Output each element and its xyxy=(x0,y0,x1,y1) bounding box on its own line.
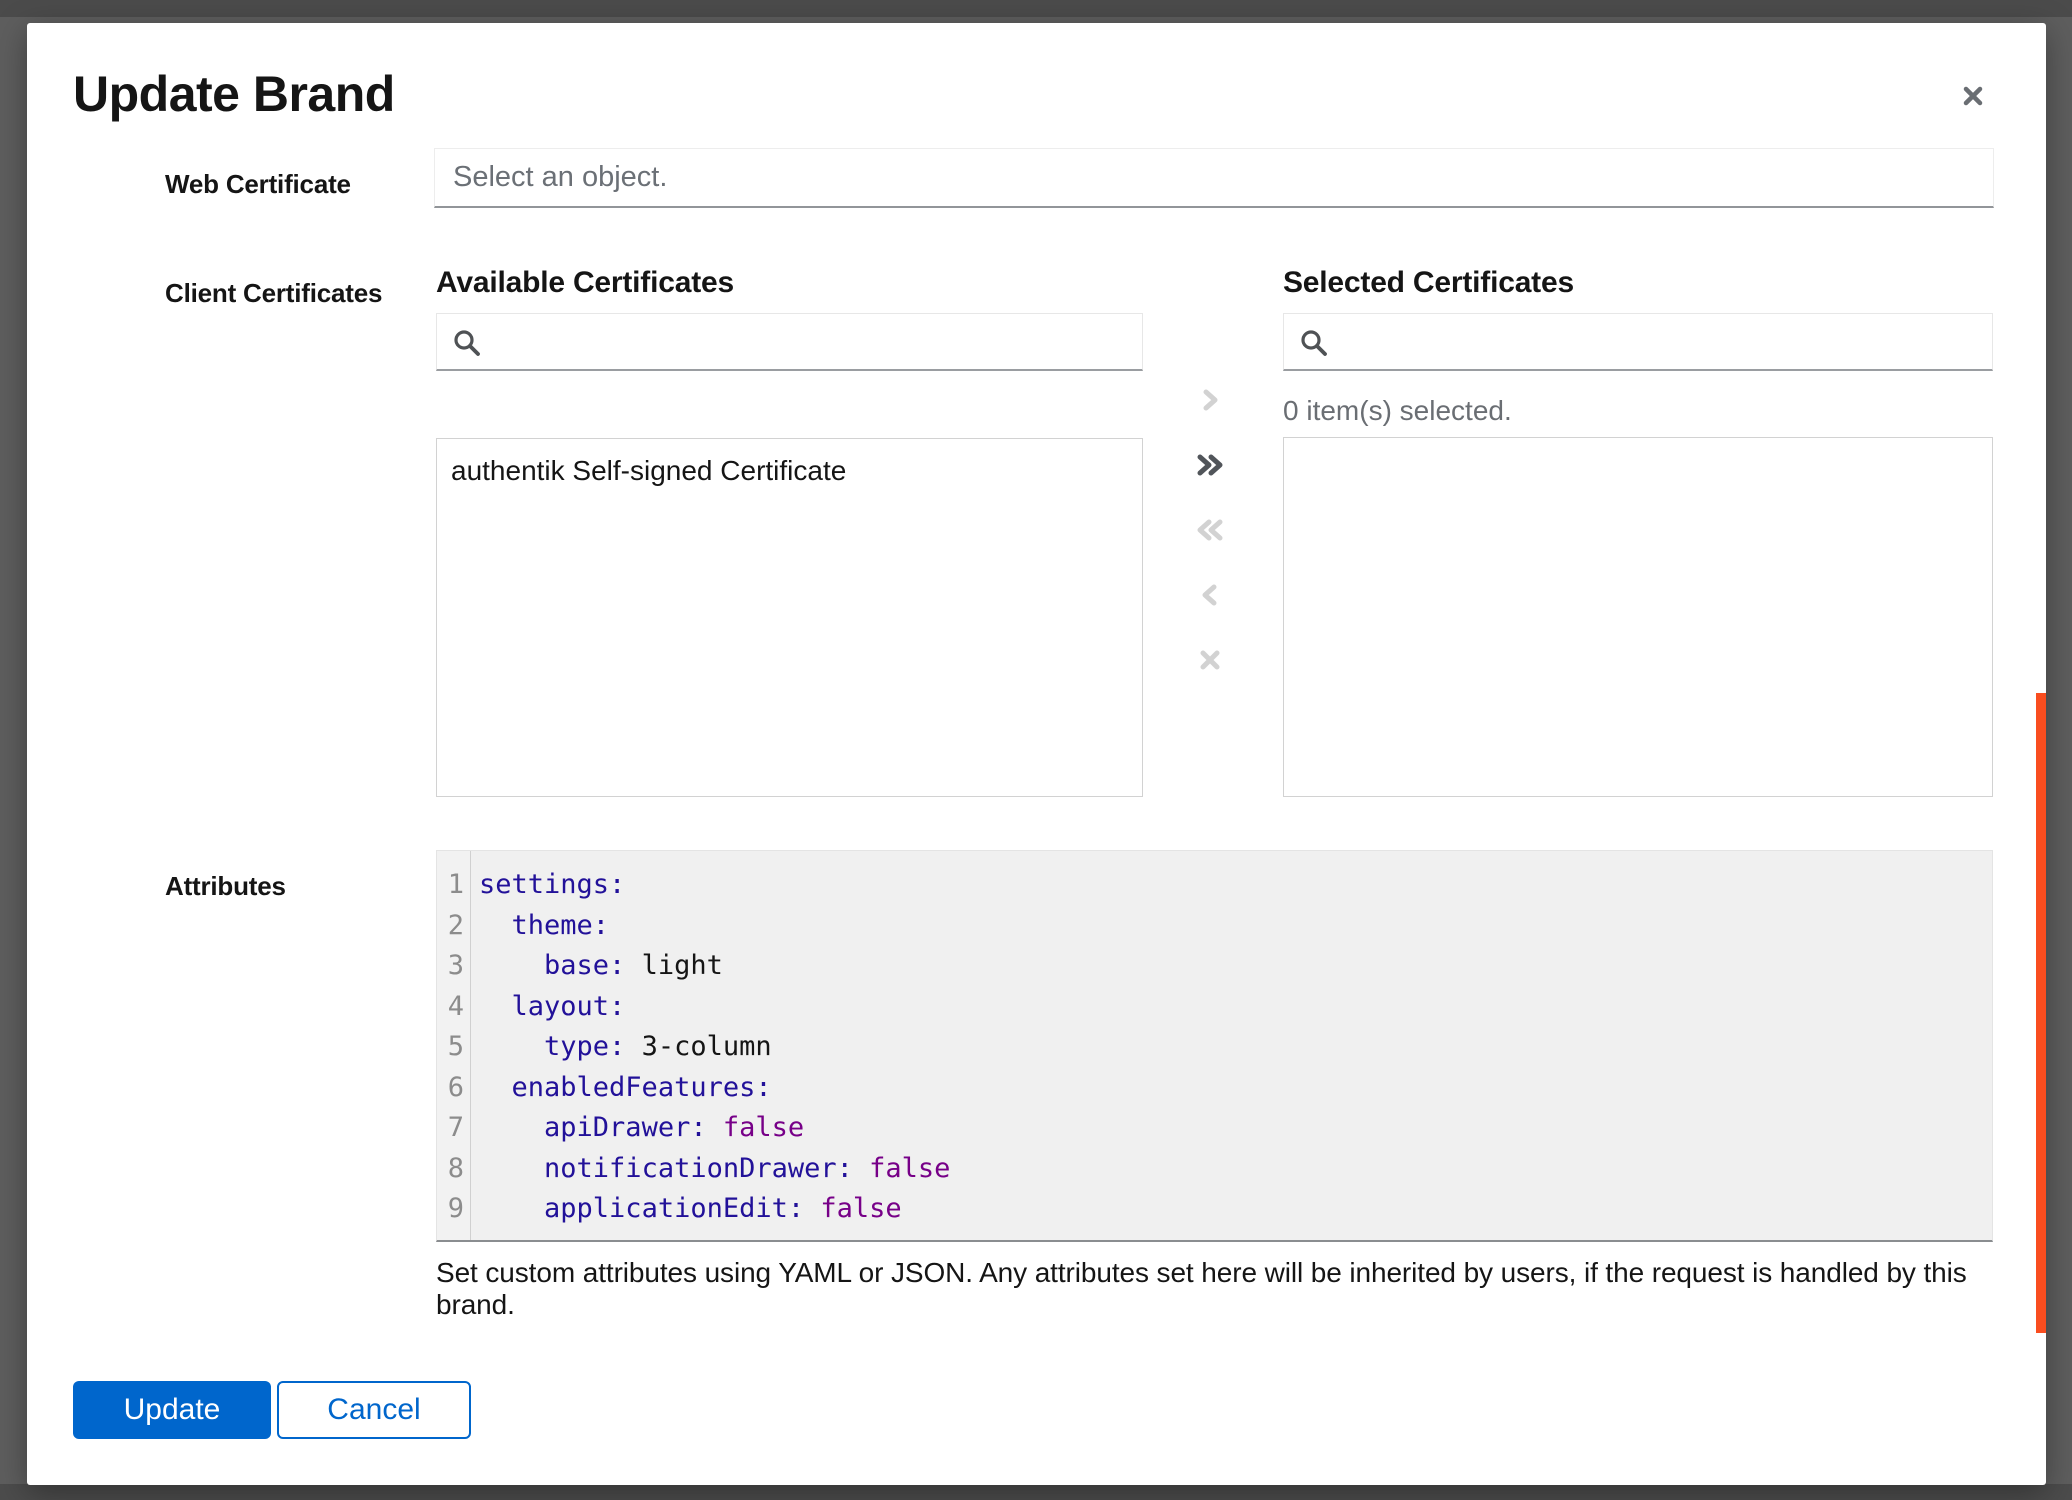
overlay-band-bottom xyxy=(0,1484,2072,1500)
code-line: apiDrawer: false xyxy=(479,1108,1992,1149)
move-all-right-button[interactable] xyxy=(1184,442,1236,490)
line-number: 2 xyxy=(437,906,470,947)
angle-right-icon xyxy=(1193,385,1227,418)
close-icon xyxy=(1959,82,1987,113)
line-number: 7 xyxy=(437,1108,470,1149)
cancel-button[interactable]: Cancel xyxy=(277,1381,471,1439)
selected-count-status: 0 item(s) selected. xyxy=(1283,395,1512,427)
line-number: 8 xyxy=(437,1149,470,1190)
notification-indicator-bar xyxy=(2036,693,2046,1333)
code-line: settings: xyxy=(479,865,1992,906)
code-line: enabledFeatures: xyxy=(479,1068,1992,1109)
code-line: theme: xyxy=(479,906,1992,947)
code-line: applicationEdit: false xyxy=(479,1189,1992,1230)
angle-left-icon xyxy=(1193,580,1227,613)
overlay-band-top xyxy=(0,0,2072,17)
angle-double-left-icon xyxy=(1193,515,1227,548)
editor-line-numbers: 123456789 xyxy=(437,851,471,1240)
code-line: base: light xyxy=(479,946,1992,987)
attributes-code-editor[interactable]: 123456789 settings: theme: base: light l… xyxy=(436,850,1993,1242)
dual-list-controls xyxy=(1184,377,1236,685)
available-search-input[interactable] xyxy=(481,314,1142,369)
line-number: 6 xyxy=(437,1068,470,1109)
move-selected-left-button[interactable] xyxy=(1184,572,1236,620)
attributes-label: Attributes xyxy=(165,871,286,902)
move-all-left-button[interactable] xyxy=(1184,507,1236,555)
web-certificate-label: Web Certificate xyxy=(165,169,351,200)
selected-search-input[interactable] xyxy=(1328,314,1992,369)
times-icon xyxy=(1193,645,1227,678)
update-brand-modal: Update Brand Web Certificate Client Cert… xyxy=(27,23,2046,1485)
angle-double-right-icon xyxy=(1193,450,1227,483)
client-certificates-label: Client Certificates xyxy=(165,278,382,309)
modal-title: Update Brand xyxy=(73,65,395,123)
screen: { "modal": { "title": "Update Brand" }, … xyxy=(0,0,2072,1500)
code-line: layout: xyxy=(479,987,1992,1028)
available-certificates-list[interactable]: authentik Self-signed Certificate xyxy=(436,438,1143,797)
line-number: 5 xyxy=(437,1027,470,1068)
line-number: 3 xyxy=(437,946,470,987)
line-number: 9 xyxy=(437,1189,470,1230)
line-number: 1 xyxy=(437,865,470,906)
editor-code-content: settings: theme: base: light layout: typ… xyxy=(471,851,1992,1240)
attributes-help-text: Set custom attributes using YAML or JSON… xyxy=(436,1257,1996,1321)
web-certificate-input[interactable] xyxy=(434,148,1994,208)
code-line: notificationDrawer: false xyxy=(479,1149,1992,1190)
line-number: 4 xyxy=(437,987,470,1028)
selected-search-box xyxy=(1283,313,1993,371)
list-item[interactable]: authentik Self-signed Certificate xyxy=(437,439,1142,503)
update-button[interactable]: Update xyxy=(73,1381,271,1439)
code-line: type: 3-column xyxy=(479,1027,1992,1068)
search-icon xyxy=(451,327,481,357)
close-button[interactable] xyxy=(1947,71,1999,123)
search-icon xyxy=(1298,327,1328,357)
available-certificates-header: Available Certificates xyxy=(436,266,734,300)
selected-certificates-header: Selected Certificates xyxy=(1283,266,1574,300)
clear-selection-button[interactable] xyxy=(1184,637,1236,685)
selected-certificates-list[interactable] xyxy=(1283,437,1993,797)
available-search-box xyxy=(436,313,1143,371)
move-selected-right-button[interactable] xyxy=(1184,377,1236,425)
